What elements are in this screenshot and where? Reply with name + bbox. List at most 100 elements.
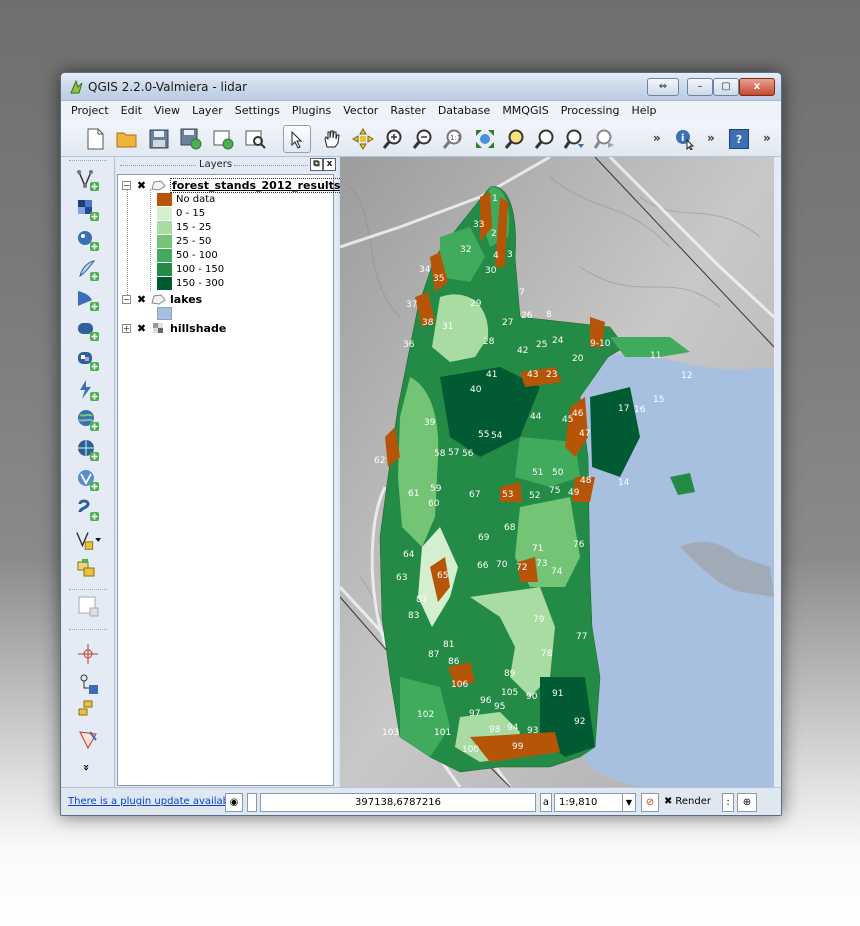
close-panel-button[interactable]: x bbox=[323, 158, 336, 171]
menu-project[interactable]: Project bbox=[65, 101, 115, 121]
stand-label: 39 bbox=[424, 418, 436, 428]
toggle-extents-icon[interactable]: ◉ bbox=[225, 793, 243, 812]
add-wms-layer-icon[interactable] bbox=[75, 407, 101, 433]
open-project-icon[interactable] bbox=[113, 125, 141, 153]
visibility-checkbox[interactable]: ✖ bbox=[136, 180, 147, 191]
legend-swatch bbox=[157, 306, 172, 320]
menu-view[interactable]: View bbox=[148, 101, 186, 121]
add-delimited-text-layer-icon[interactable] bbox=[75, 377, 101, 403]
visibility-checkbox[interactable]: ✖ bbox=[136, 294, 147, 305]
stand-label: 63 bbox=[396, 573, 407, 583]
layer-tree: − ✖ forest_stands_2012_results No data 0… bbox=[117, 174, 343, 786]
message-log-icon[interactable]: : bbox=[722, 793, 734, 812]
toolbar-overflow-3[interactable]: » bbox=[763, 131, 771, 145]
crs-status-icon[interactable]: ⊕ bbox=[737, 793, 757, 812]
zoom-actual-size-icon[interactable]: 1:1 bbox=[439, 125, 467, 153]
pan-to-selection-icon[interactable] bbox=[349, 125, 377, 153]
layer-name[interactable]: forest_stands_2012_results bbox=[170, 177, 343, 193]
node-tool-icon[interactable] bbox=[75, 727, 101, 753]
menu-settings[interactable]: Settings bbox=[229, 101, 286, 121]
save-project-icon[interactable] bbox=[145, 125, 173, 153]
plugin-update-link[interactable]: There is a plugin update available bbox=[68, 796, 238, 807]
zoom-last-icon[interactable] bbox=[561, 125, 589, 153]
stand-label: 96 bbox=[480, 696, 492, 706]
remove-layer-icon[interactable] bbox=[75, 593, 101, 619]
restore-layout-button[interactable]: ⇔ bbox=[647, 78, 679, 96]
raster-layer-icon bbox=[153, 322, 163, 333]
add-wfs-layer-icon[interactable] bbox=[75, 467, 101, 493]
identify-features-icon[interactable]: i bbox=[671, 125, 699, 153]
left-toolbar-overflow[interactable]: » bbox=[80, 764, 93, 771]
menu-processing[interactable]: Processing bbox=[555, 101, 626, 121]
move-feature-icon[interactable] bbox=[75, 697, 101, 723]
render-toggle[interactable]: ✖ Render bbox=[664, 796, 711, 807]
menu-raster[interactable]: Raster bbox=[384, 101, 431, 121]
scale-dropdown-icon[interactable]: ▼ bbox=[622, 793, 636, 812]
add-oracle-layer-icon[interactable] bbox=[75, 317, 101, 343]
window-title: QGIS 2.2.0-Valmiera - lidar bbox=[88, 80, 248, 94]
layer-name[interactable]: hillshade bbox=[170, 322, 226, 335]
layer-row-forest-stands[interactable]: − ✖ forest_stands_2012_results bbox=[122, 177, 343, 193]
coordinate-display[interactable]: 397138,6787216 bbox=[260, 793, 536, 812]
add-vector-layer-icon[interactable] bbox=[75, 167, 101, 193]
add-mssql-layer-icon[interactable] bbox=[75, 287, 101, 313]
menu-mmqgis[interactable]: MMQGIS bbox=[496, 101, 554, 121]
add-db2-layer-icon[interactable] bbox=[75, 347, 101, 373]
new-project-icon[interactable] bbox=[81, 125, 109, 153]
close-button[interactable]: x bbox=[739, 78, 775, 96]
legend-swatch bbox=[157, 276, 172, 290]
stand-label: 16 bbox=[634, 405, 646, 415]
legend-item-lakes bbox=[157, 306, 176, 320]
zoom-out-icon[interactable] bbox=[409, 125, 437, 153]
menu-layer[interactable]: Layer bbox=[186, 101, 229, 121]
save-as-icon[interactable] bbox=[177, 125, 205, 153]
help-button[interactable]: ? bbox=[729, 129, 749, 149]
render-checkbox[interactable]: ✖ bbox=[664, 796, 672, 807]
add-wcs-layer-icon[interactable] bbox=[75, 437, 101, 463]
composer-manager-icon[interactable] bbox=[241, 125, 269, 153]
stand-label: 35 bbox=[433, 274, 444, 284]
zoom-to-selection-icon[interactable] bbox=[531, 125, 559, 153]
add-postgis-layer-icon[interactable] bbox=[75, 227, 101, 253]
map-rendering[interactable]: 1 2 3 4 7 8 9-10 11 12 14 15 16 17 20 23… bbox=[340, 157, 774, 787]
new-spatialite-layer-icon[interactable] bbox=[75, 557, 101, 583]
collapse-icon[interactable]: − bbox=[122, 180, 131, 190]
toolbar-overflow-1[interactable]: » bbox=[653, 131, 661, 145]
map-canvas[interactable]: 1 2 3 4 7 8 9-10 11 12 14 15 16 17 20 23… bbox=[340, 157, 774, 787]
maximize-button[interactable]: ▢ bbox=[713, 78, 739, 96]
stand-label: 73 bbox=[536, 559, 547, 569]
menu-plugins[interactable]: Plugins bbox=[286, 101, 337, 121]
menu-edit[interactable]: Edit bbox=[115, 101, 148, 121]
layer-row-lakes[interactable]: − ✖ lakes bbox=[122, 292, 202, 306]
layer-name[interactable]: lakes bbox=[170, 293, 202, 306]
zoom-in-icon[interactable] bbox=[379, 125, 407, 153]
stand-label: 31 bbox=[442, 322, 453, 332]
float-panel-button[interactable]: ⧉ bbox=[310, 158, 323, 171]
menu-help[interactable]: Help bbox=[625, 101, 662, 121]
add-raster-layer-icon[interactable] bbox=[75, 197, 101, 223]
legend-item: 0 - 15 bbox=[157, 206, 205, 220]
add-feature-point-icon[interactable] bbox=[75, 641, 101, 667]
zoom-full-icon[interactable] bbox=[471, 125, 499, 153]
stop-render-icon[interactable]: ⊘ bbox=[641, 793, 659, 812]
zoom-next-icon[interactable] bbox=[591, 125, 619, 153]
new-vector-layer-icon[interactable] bbox=[75, 527, 101, 553]
toolbar-separator bbox=[69, 589, 107, 590]
layer-row-hillshade[interactable]: + ✖ hillshade bbox=[122, 321, 226, 335]
stand-label: 105 bbox=[501, 688, 518, 698]
digitize-tool-icon[interactable] bbox=[75, 671, 101, 697]
add-spatialite-layer-icon[interactable] bbox=[75, 257, 101, 283]
minimize-button[interactable]: – bbox=[687, 78, 713, 96]
menu-vector[interactable]: Vector bbox=[337, 101, 384, 121]
legend-item: No data bbox=[157, 192, 215, 206]
zoom-to-layer-icon[interactable] bbox=[501, 125, 529, 153]
expand-icon[interactable]: + bbox=[122, 323, 131, 333]
touch-zoom-pan-icon[interactable] bbox=[283, 125, 311, 153]
collapse-icon[interactable]: − bbox=[122, 294, 131, 304]
add-virtual-layer-icon[interactable] bbox=[75, 497, 101, 523]
menu-database[interactable]: Database bbox=[432, 101, 497, 121]
visibility-checkbox[interactable]: ✖ bbox=[136, 323, 147, 334]
pan-map-icon[interactable] bbox=[317, 125, 345, 153]
toolbar-overflow-2[interactable]: » bbox=[707, 131, 715, 145]
new-print-composer-icon[interactable] bbox=[209, 125, 237, 153]
